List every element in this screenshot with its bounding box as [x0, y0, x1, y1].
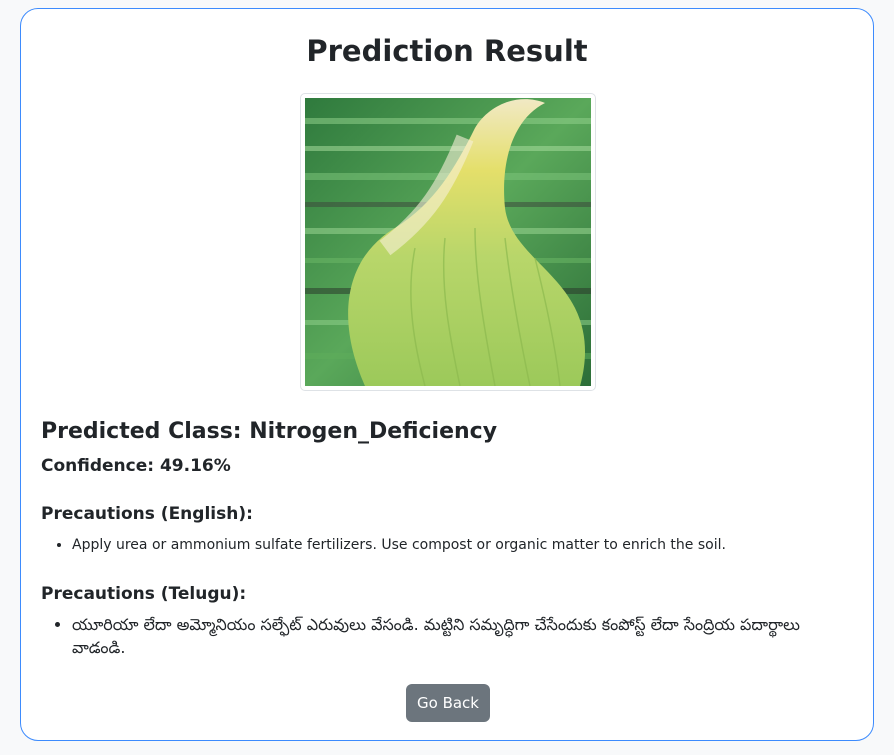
precautions-telugu-list: యూరియా లేదా అమ్మోనియం సల్ఫేట్ ఎరువులు వే… [41, 613, 852, 659]
precautions-english-list: Apply urea or ammonium sulfate fertilize… [41, 534, 852, 556]
leaf-image [305, 98, 591, 386]
go-back-button[interactable]: Go Back [406, 684, 490, 722]
leaf-image-frame [300, 93, 596, 391]
list-item: యూరియా లేదా అమ్మోనియం సల్ఫేట్ ఎరువులు వే… [72, 613, 852, 659]
precautions-english-heading: Precautions (English): [41, 504, 253, 524]
confidence-score: Confidence: 49.16% [41, 456, 231, 476]
result-card: Prediction Result Predicted Class: Nitro… [20, 8, 874, 741]
list-item: Apply urea or ammonium sulfate fertilize… [72, 534, 852, 556]
precautions-telugu-heading: Precautions (Telugu): [41, 584, 247, 604]
page-title: Prediction Result [306, 34, 588, 68]
predicted-class: Predicted Class: Nitrogen_Deficiency [41, 419, 498, 444]
